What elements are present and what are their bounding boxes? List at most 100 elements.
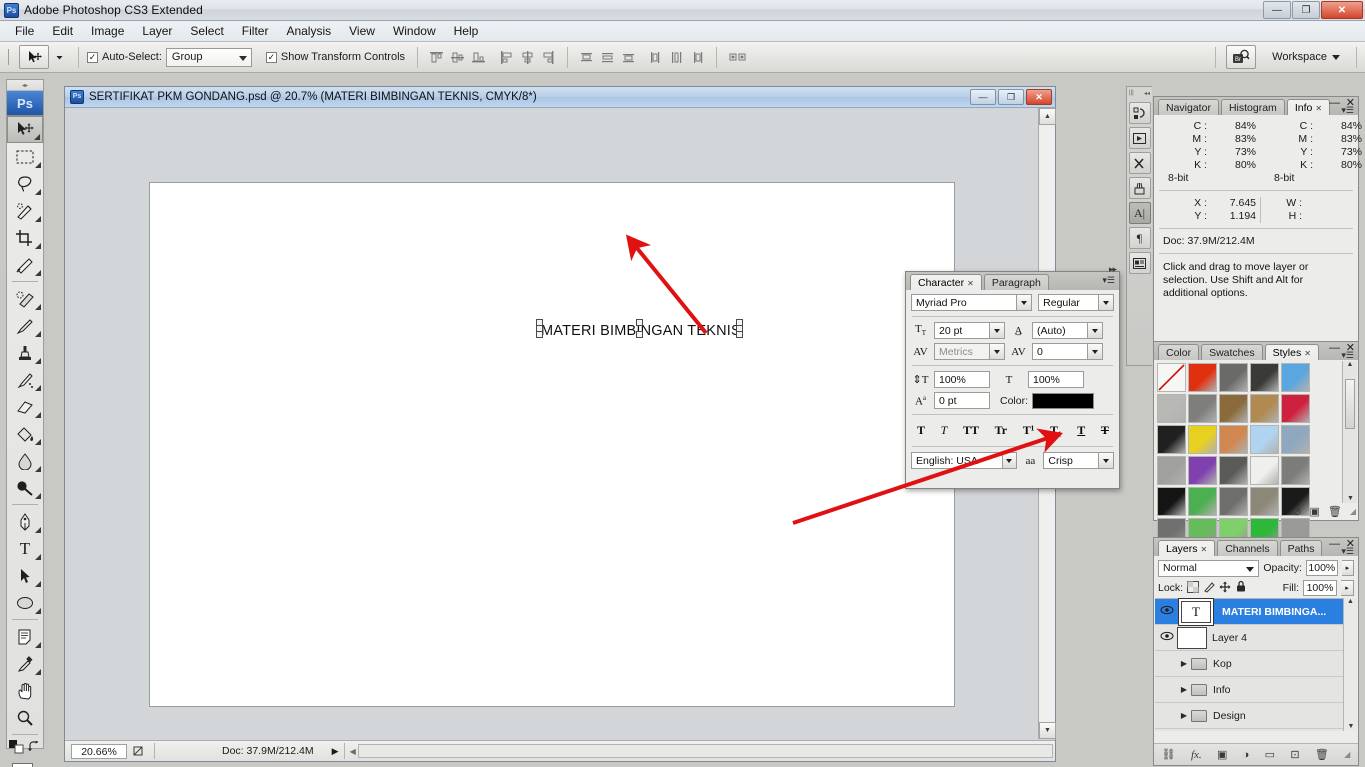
spot-healing-brush-tool[interactable] — [7, 285, 43, 312]
tab-navigator[interactable]: Navigator — [1158, 99, 1219, 115]
go-to-bridge-icon[interactable]: Br — [1226, 45, 1256, 69]
document-title-bar[interactable]: Ps SERTIFIKAT PKM GONDANG.psd @ 20.7% (M… — [65, 87, 1055, 108]
menu-select[interactable]: Select — [181, 22, 232, 40]
auto-select-checkbox[interactable]: ✓ — [87, 52, 98, 63]
document-restore-button[interactable]: ❐ — [998, 89, 1024, 105]
style-swatch[interactable] — [1219, 425, 1248, 454]
faux-bold-button[interactable]: T — [917, 423, 925, 438]
delete-layer-icon[interactable]: 🗑 — [1315, 748, 1329, 761]
styles-scrollbar[interactable]: ▲ ▼ — [1342, 361, 1357, 503]
kerning-field[interactable]: Metrics — [934, 343, 990, 360]
tracking-dropdown-icon[interactable] — [1088, 343, 1103, 360]
restore-button[interactable]: ❐ — [1292, 1, 1320, 19]
hand-tool[interactable] — [7, 677, 43, 704]
menu-edit[interactable]: Edit — [43, 22, 82, 40]
group-expand-arrow-icon[interactable]: ▶ — [1177, 711, 1191, 720]
tab-layers[interactable]: Layers✕ — [1158, 540, 1215, 556]
blend-mode-dropdown[interactable]: Normal — [1158, 560, 1259, 577]
new-style-icon[interactable]: ▣ — [1309, 505, 1319, 518]
language-dropdown-icon[interactable] — [1003, 452, 1018, 469]
style-swatch[interactable] — [1157, 487, 1186, 516]
layer-comps-panel-icon[interactable] — [1129, 252, 1151, 274]
style-swatch[interactable] — [1188, 394, 1217, 423]
horizontal-scale-field[interactable]: 100% — [1028, 371, 1084, 388]
baseline-shift-field[interactable]: 0 pt — [934, 392, 990, 409]
tool-presets-panel-icon[interactable] — [1129, 152, 1151, 174]
align-horizontal-centers-icon[interactable] — [518, 48, 537, 67]
panel-menu-icon[interactable]: ▾☰ — [1102, 275, 1115, 286]
close-icon[interactable]: ✕ — [1315, 104, 1322, 113]
resize-grip-icon[interactable]: ◢ — [1344, 750, 1350, 759]
tab-character[interactable]: Character✕ — [910, 274, 982, 290]
panel-menu-icon[interactable]: ▾☰ — [1341, 546, 1354, 557]
layer-style-icon[interactable]: fx. — [1191, 749, 1202, 761]
anti-alias-dropdown-icon[interactable] — [1099, 452, 1114, 469]
horizontal-scrollbar[interactable] — [358, 744, 1053, 758]
style-swatch[interactable] — [1157, 363, 1186, 392]
menu-window[interactable]: Window — [384, 22, 445, 40]
tab-color[interactable]: Color — [1158, 344, 1199, 360]
new-layer-icon[interactable]: ⊡ — [1290, 748, 1299, 761]
align-left-edges-icon[interactable] — [497, 48, 516, 67]
align-bottom-edges-icon[interactable] — [469, 48, 488, 67]
style-swatch[interactable] — [1188, 487, 1217, 516]
style-swatch[interactable] — [1219, 394, 1248, 423]
document-page[interactable]: MATERI BIMBINGAN TEKNIS — [149, 182, 955, 707]
style-swatch[interactable] — [1281, 425, 1310, 454]
font-size-field[interactable]: 20 pt — [934, 322, 990, 339]
actions-panel-icon[interactable] — [1129, 127, 1151, 149]
handle-bottom-left[interactable] — [536, 331, 543, 338]
kerning-dropdown-icon[interactable] — [990, 343, 1005, 360]
language-field[interactable]: English: USA — [911, 452, 1003, 469]
menu-layer[interactable]: Layer — [133, 22, 181, 40]
minimize-button[interactable]: — — [1263, 1, 1291, 19]
horizontal-scroll-left-arrow[interactable]: ◀ — [350, 747, 356, 756]
distribute-vertical-centers-icon[interactable] — [598, 48, 617, 67]
default-colors-icon[interactable] — [9, 740, 24, 754]
tab-channels[interactable]: Channels — [1217, 540, 1277, 556]
horizontal-type-tool[interactable]: T — [7, 535, 43, 562]
font-family-dropdown-icon[interactable] — [1017, 294, 1032, 311]
subscript-button[interactable]: T₁ — [1050, 423, 1062, 438]
eyedropper-tool[interactable] — [7, 650, 43, 677]
menu-filter[interactable]: Filter — [233, 22, 278, 40]
layer-thumbnail[interactable]: T — [1181, 601, 1211, 623]
auto-select-dropdown[interactable]: Group — [166, 48, 252, 67]
group-expand-arrow-icon[interactable]: ▶ — [1177, 659, 1191, 668]
lock-position-icon[interactable] — [1219, 581, 1231, 596]
lock-image-pixels-icon[interactable] — [1203, 581, 1215, 596]
scroll-down-arrow[interactable]: ▼ — [1039, 722, 1056, 739]
close-icon[interactable]: ✕ — [967, 279, 974, 288]
zoom-tool[interactable] — [7, 704, 43, 731]
delete-style-icon[interactable]: 🗑 — [1328, 505, 1342, 518]
align-right-edges-icon[interactable] — [539, 48, 558, 67]
distribute-right-edges-icon[interactable] — [688, 48, 707, 67]
document-close-button[interactable]: ✕ — [1026, 89, 1052, 105]
move-tool[interactable] — [7, 116, 43, 143]
align-top-edges-icon[interactable] — [427, 48, 446, 67]
history-panel-icon[interactable] — [1129, 102, 1151, 124]
leading-field[interactable]: (Auto) — [1032, 322, 1088, 339]
vertical-scale-field[interactable]: 100% — [934, 371, 990, 388]
foreground-color-swatch[interactable] — [12, 763, 33, 767]
ellipse-shape-tool[interactable] — [7, 589, 43, 616]
style-swatch[interactable] — [1281, 363, 1310, 392]
paint-bucket-tool[interactable] — [7, 420, 43, 447]
canvas-area[interactable]: MATERI BIMBINGAN TEKNIS — [65, 108, 1039, 739]
layers-scrollbar[interactable]: ▲ ▼ — [1343, 598, 1357, 731]
distribute-horizontal-centers-icon[interactable] — [667, 48, 686, 67]
workspace-button[interactable]: Workspace — [1264, 45, 1348, 69]
eraser-tool[interactable] — [7, 393, 43, 420]
style-swatch[interactable] — [1188, 363, 1217, 392]
handle-top-center[interactable] — [636, 319, 643, 326]
layer-thumbnail[interactable] — [1177, 627, 1207, 649]
show-transform-checkbox[interactable]: ✓ — [266, 52, 277, 63]
opacity-value-field[interactable]: 100% — [1306, 560, 1338, 576]
font-style-dropdown-icon[interactable] — [1099, 294, 1114, 311]
layer-row[interactable]: ▶Kop — [1155, 651, 1343, 677]
underline-button[interactable]: T — [1077, 423, 1085, 438]
notes-tool[interactable] — [7, 623, 43, 650]
style-swatch[interactable] — [1219, 363, 1248, 392]
text-color-swatch[interactable] — [1032, 393, 1094, 409]
lock-transparent-pixels-icon[interactable] — [1187, 581, 1199, 596]
